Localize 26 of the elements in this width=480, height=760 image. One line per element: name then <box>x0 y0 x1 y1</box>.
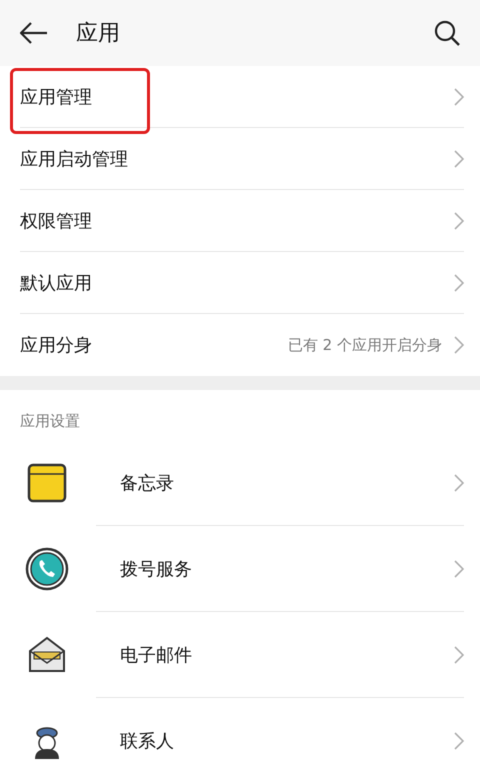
chevron-right-icon <box>454 474 464 492</box>
settings-item[interactable]: 权限管理 <box>20 208 92 234</box>
chevron-right-icon <box>454 88 464 106</box>
app-item[interactable]: 备忘录 <box>120 470 174 496</box>
chevron-right-icon <box>454 646 464 664</box>
chevron-right-icon <box>454 732 464 750</box>
chevron-right-icon <box>454 560 464 578</box>
chevron-right-icon <box>454 150 464 168</box>
app-item[interactable]: 联系人 <box>120 728 174 754</box>
chevron-right-icon <box>454 212 464 230</box>
settings-item[interactable]: 应用管理 <box>20 84 92 110</box>
item-value: 已有 2 个应用开启分身 <box>288 334 442 356</box>
section-header: 应用设置 <box>20 410 80 432</box>
settings-item[interactable]: 默认应用 <box>20 270 92 296</box>
settings-item[interactable]: 应用分身 <box>20 332 92 358</box>
chevron-right-icon <box>454 274 464 292</box>
page-title: 应用 <box>76 20 120 48</box>
app-item[interactable]: 电子邮件 <box>120 642 192 668</box>
app-item[interactable]: 拨号服务 <box>120 556 192 582</box>
settings-item[interactable]: 应用启动管理 <box>20 146 128 172</box>
chevron-right-icon <box>454 336 464 354</box>
back-arrow-icon[interactable] <box>20 22 48 44</box>
notepad-icon <box>27 463 67 503</box>
search-icon[interactable] <box>434 20 460 46</box>
phone-icon <box>25 547 69 591</box>
envelope-icon <box>26 635 68 675</box>
